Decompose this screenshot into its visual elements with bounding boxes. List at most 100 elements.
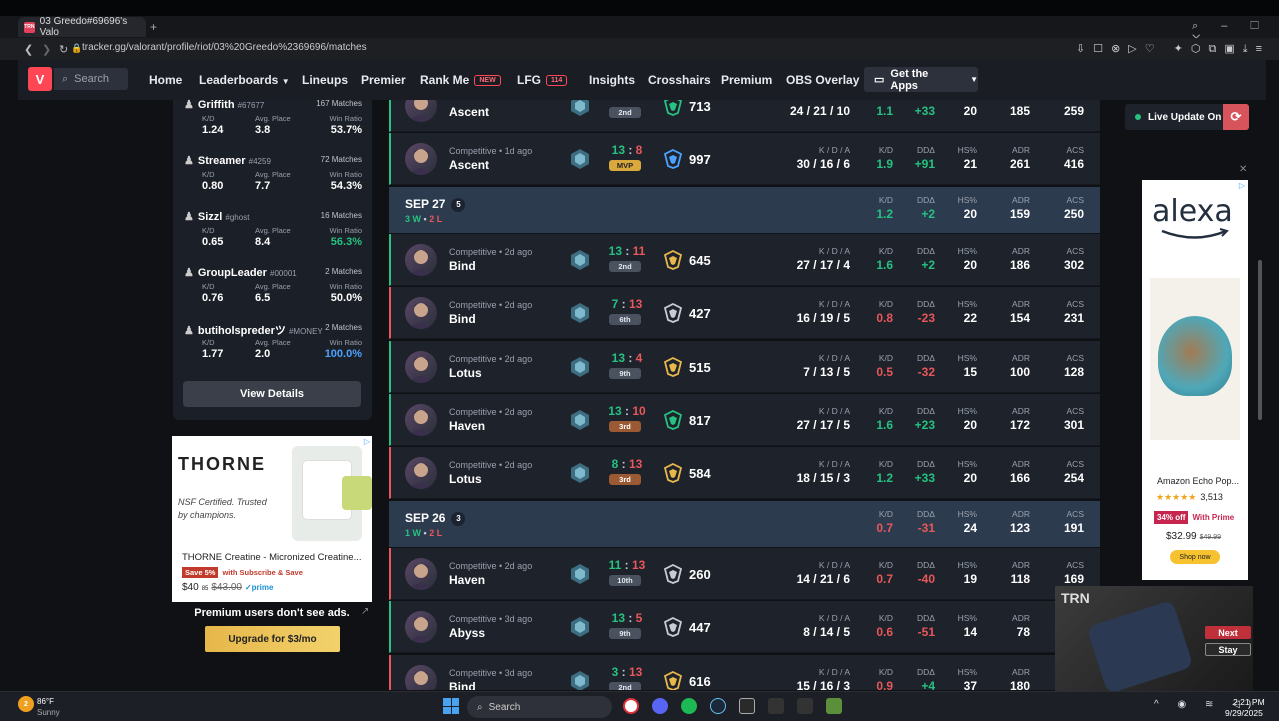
- refresh-icon[interactable]: ⟳: [1223, 104, 1249, 130]
- matches-list: Ascent 2nd 713 K / D / A 24 / 21 / 10 K/D 1.1 D…: [389, 100, 1100, 690]
- nav-premier[interactable]: Premier: [361, 73, 406, 87]
- played-with-player[interactable]: ♟ Streamer #4259 72 Matches K/D Avg. Place Wi…: [184, 154, 362, 210]
- match-row[interactable]: Competitive • 2d ago Bind 7 : 13 6th 427 K / …: [389, 287, 1100, 340]
- steam-icon[interactable]: [710, 698, 726, 714]
- played-with-player[interactable]: ♟ butiholsprederツ #MONEY 2 Matches K/D Avg. …: [184, 322, 362, 378]
- nav-leaderboards[interactable]: Leaderboards ▼: [199, 73, 290, 87]
- player-tag: #67677: [237, 101, 265, 110]
- stat-label: K / D / A: [818, 459, 850, 470]
- page-scrollbar[interactable]: [1258, 260, 1262, 420]
- nav-lfg-label: LFG: [517, 73, 541, 87]
- epic-games-icon[interactable]: [739, 698, 755, 714]
- back-icon[interactable]: ❮: [24, 43, 33, 56]
- match-hs: 20: [963, 104, 977, 118]
- rank-rating-icon: [663, 410, 683, 430]
- new-tab-icon[interactable]: +: [150, 20, 157, 34]
- stat-label: DDΔ: [917, 508, 935, 519]
- next-button[interactable]: Next: [1205, 626, 1251, 639]
- match-kda: 27 / 17 / 5: [796, 418, 850, 432]
- rank-emblem-icon: [571, 149, 589, 170]
- match-row[interactable]: Competitive • 2d ago Lotus 13 : 4 9th 515 K /…: [389, 340, 1100, 393]
- alexa-ad[interactable]: ▷ alexa Amazon Echo Pop... ★★★★★ 3,513 3…: [1142, 180, 1248, 580]
- app-icon[interactable]: [797, 698, 813, 714]
- match-score: 8 : 13: [611, 457, 643, 472]
- save-text: with Subscribe & Save: [222, 568, 303, 577]
- weather-badge: 2: [24, 700, 28, 708]
- view-details-button[interactable]: View Details: [183, 381, 361, 407]
- match-stat: K/D 0.5: [876, 353, 893, 379]
- match-row[interactable]: Ascent 2nd 713 K / D / A 24 / 21 / 10 K/D 1.1 D…: [389, 100, 1100, 132]
- url-text[interactable]: tracker.gg/valorant/profile/riot/03%20Gr…: [82, 42, 367, 53]
- upgrade-button[interactable]: Upgrade for $3/mo: [205, 626, 340, 652]
- adchoices-icon[interactable]: ▷: [1239, 181, 1245, 190]
- forward-icon[interactable]: ❯: [42, 43, 51, 56]
- browser-tab-active[interactable]: TRN 03 Greedo#69696's Valo: [18, 16, 146, 38]
- match-stat: HS% 20: [958, 406, 977, 432]
- match-row[interactable]: Competitive • 2d ago Lotus 8 : 13 3rd 584 K /…: [389, 447, 1100, 500]
- ad-price-cents: 85: [201, 586, 209, 592]
- match-row[interactable]: Competitive • 3d ago Abyss 13 : 5 9th 447 K /…: [389, 601, 1100, 654]
- stat-label: HS%: [957, 459, 977, 470]
- lock-icon: 🔒: [71, 43, 83, 53]
- match-kd: 0.7: [876, 520, 893, 535]
- match-row[interactable]: Competitive • 3d ago Bind 3 : 13 2nd 616 K / …: [389, 654, 1100, 690]
- nav-lineups[interactable]: Lineups: [302, 73, 348, 87]
- match-row[interactable]: Competitive • 2d ago Haven 13 : 10 3rd 817 K …: [389, 394, 1100, 446]
- capcut-icon[interactable]: [768, 698, 784, 714]
- match-acs: 191: [1063, 520, 1084, 535]
- player-win-ratio: 56.3%: [330, 236, 362, 248]
- match-row[interactable]: Competitive • 2d ago Haven 11 : 13 10th 260 K…: [389, 547, 1100, 600]
- played-with-player[interactable]: ♟ GroupLeader #00001 2 Matches K/D Avg. Plac…: [184, 266, 362, 322]
- match-stat: K/D 0.9: [876, 667, 893, 690]
- spotify-icon[interactable]: [681, 698, 697, 714]
- chevron-down-icon: ▼: [281, 77, 290, 86]
- opera-icon[interactable]: [623, 698, 639, 714]
- adchoices-icon[interactable]: ▷: [364, 437, 370, 446]
- valorant-logo-icon[interactable]: V: [28, 67, 52, 91]
- player-tag: #MONEY: [288, 327, 323, 336]
- close-ad-icon[interactable]: ✕: [1239, 164, 1247, 175]
- nav-crosshairs[interactable]: Crosshairs: [648, 73, 711, 87]
- nav-premium[interactable]: Premium: [721, 73, 772, 87]
- nav-obs-overlay[interactable]: OBS Overlay: [786, 73, 859, 87]
- ad-price: $40: [182, 582, 199, 593]
- match-row[interactable]: Competitive • 2d ago Bind 13 : 11 2nd 645 K /…: [389, 233, 1100, 286]
- windows-start-icon[interactable]: [443, 698, 459, 714]
- thorne-ad[interactable]: ▷ THORNE NSF Certified. Trusted by champ…: [172, 436, 372, 602]
- group-record: 3 W • 2 L: [405, 213, 443, 224]
- agent-avatar: [405, 611, 437, 644]
- shop-now-button[interactable]: Shop now: [1170, 550, 1220, 564]
- get-apps-button[interactable]: ▭ Get the Apps ▼: [864, 67, 978, 92]
- favicon-icon: TRN: [24, 21, 35, 33]
- weather-icon[interactable]: 2: [18, 696, 34, 712]
- discord-icon[interactable]: [652, 698, 668, 714]
- video-overlay[interactable]: TRN Next Stay: [1055, 586, 1253, 695]
- match-stat: DDΔ -51: [917, 613, 935, 639]
- ad-product: THORNE Creatine - Micronized Creatine...: [182, 552, 362, 563]
- nav-rank-me[interactable]: Rank Me NEW: [420, 73, 501, 87]
- reload-icon[interactable]: ↻: [59, 43, 68, 56]
- played-with-player[interactable]: ♟ Sizzl #ghost 16 Matches K/D Avg. Place Win …: [184, 210, 362, 266]
- stat-label: HS%: [957, 245, 977, 256]
- minecraft-icon[interactable]: [826, 698, 842, 714]
- stay-button[interactable]: Stay: [1205, 643, 1251, 656]
- taskbar-search[interactable]: ⌕ Search: [467, 696, 612, 718]
- stat-label: K / D / A: [818, 613, 850, 624]
- placement-badge: MVP: [609, 160, 641, 172]
- nav-insights[interactable]: Insights: [589, 73, 635, 87]
- avg-place-label: Avg. Place: [255, 114, 291, 123]
- match-acs: 416: [1063, 157, 1084, 172]
- site-search-input[interactable]: ⌕ Search: [54, 68, 128, 90]
- amazon-smile-icon: [1161, 228, 1229, 239]
- extension-icons[interactable]: ⇩☐⊗▷♡ ✦⬡⧉▣⤓≡: [1076, 42, 1270, 56]
- match-stat: K / D / A 30 / 16 / 6: [797, 145, 850, 171]
- stat-label: ACS: [1066, 299, 1084, 310]
- match-meta: Competitive • 2d ago: [449, 353, 533, 364]
- nav-home[interactable]: Home: [149, 73, 182, 87]
- live-update-toggle[interactable]: Live Update On ⟳: [1125, 104, 1249, 130]
- match-row[interactable]: Competitive • 1d ago Ascent 13 : 8 MVP 997 K …: [389, 133, 1100, 186]
- match-stat: K / D / A7 / 13 / 5: [803, 353, 850, 379]
- nav-lfg[interactable]: LFG 114: [517, 73, 568, 87]
- player-kd: 0.65: [202, 236, 224, 248]
- played-with-player[interactable]: ♟ Griffith #67677 167 Matches K/D Avg. Place…: [184, 98, 362, 154]
